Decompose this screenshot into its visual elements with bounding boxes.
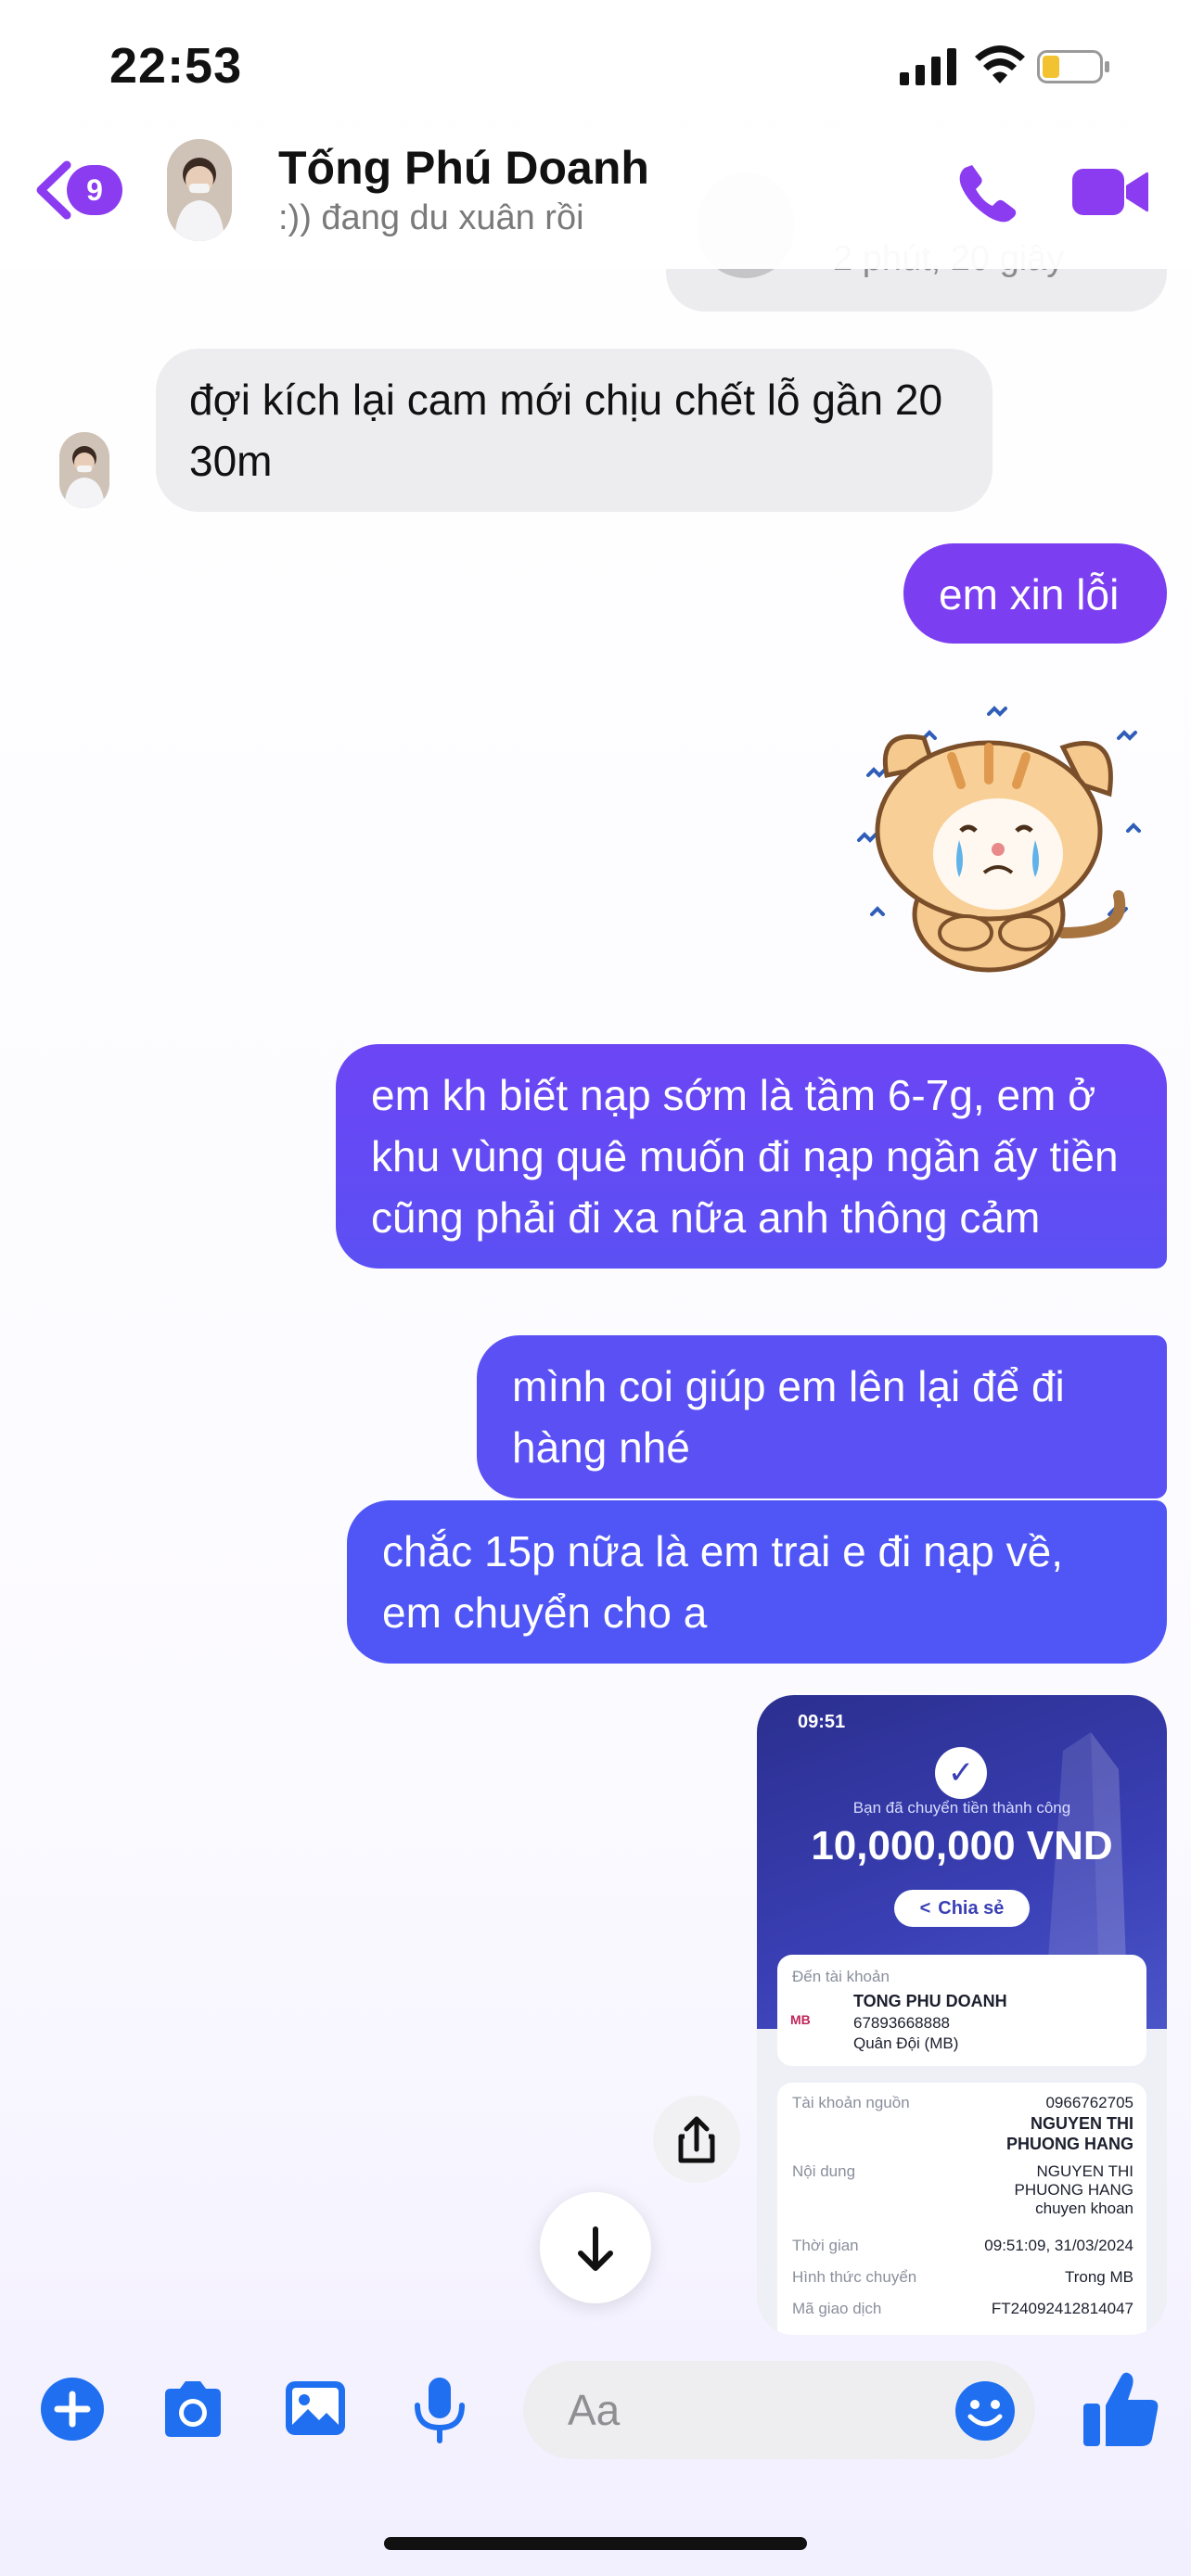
thumbs-up-icon[interactable]	[1082, 2366, 1159, 2450]
outgoing-message[interactable]: chắc 15p nữa là em trai e đi nạp về, em …	[347, 1500, 1167, 1664]
receipt-time-label: Thời gian	[792, 2237, 859, 2254]
outgoing-message[interactable]: em kh biết nạp sớm là tầm 6-7g, em ở khu…	[336, 1044, 1167, 1269]
mb-bank-logo: MB	[790, 2012, 811, 2027]
check-icon: ✓	[935, 1747, 987, 1799]
wifi-icon	[975, 45, 1025, 83]
receipt-to-name: TONG PHU DOANH	[853, 1992, 1007, 2010]
receipt-ref-value: FT24092412814047	[991, 2300, 1133, 2317]
receipt-time-value: 09:51:09, 31/03/2024	[984, 2237, 1133, 2254]
arrow-down-icon	[578, 2226, 613, 2271]
sender-avatar[interactable]	[59, 432, 109, 508]
message-input[interactable]	[566, 2381, 941, 2439]
outgoing-message[interactable]: em xin lỗi	[903, 543, 1167, 644]
receipt-content-1: NGUYEN THI	[1036, 2162, 1133, 2180]
receipt-content-2: PHUONG HANG	[1014, 2181, 1133, 2199]
scroll-to-bottom-button[interactable]	[540, 2192, 651, 2303]
outgoing-message[interactable]: mình coi giúp em lên lại để đi hàng nhé	[477, 1335, 1167, 1498]
share-button[interactable]	[653, 2096, 740, 2183]
share-small-icon: <	[919, 1897, 931, 1919]
receipt-time: 09:51	[798, 1712, 846, 1732]
receipt-source-label: Tài khoản nguồn	[792, 2094, 910, 2111]
emoji-icon[interactable]	[954, 2379, 1017, 2442]
share-icon	[678, 2116, 715, 2163]
receipt-content-3: chuyen khoan	[1035, 2200, 1133, 2217]
home-indicator	[384, 2537, 807, 2550]
receipt-recipient-card: Đến tài khoản MB TONG PHU DOANH 67893668…	[777, 1955, 1146, 2066]
receipt-to-label: Đến tài khoản	[792, 1968, 890, 1985]
camera-icon[interactable]	[158, 2374, 228, 2444]
microphone-icon[interactable]	[404, 2374, 475, 2444]
receipt-method-label: Hình thức chuyển	[792, 2268, 917, 2286]
receipt-source-name-2: PHUONG HANG	[1005, 2135, 1133, 2153]
contact-name[interactable]: Tống Phú Doanh	[278, 141, 649, 195]
phone-icon[interactable]	[955, 159, 1020, 224]
receipt-method-value: Trong MB	[1064, 2268, 1133, 2286]
incoming-message[interactable]: đợi kích lại cam mới chịu chết lỗ gần 20…	[156, 349, 992, 512]
receipt-source-account: 0966762705	[1045, 2094, 1133, 2111]
receipt-content-label: Nội dung	[792, 2162, 856, 2180]
unread-count-badge[interactable]: 9	[67, 165, 122, 215]
transfer-receipt-image[interactable]: 09:51 ✓ Bạn đã chuyển tiền thành công 10…	[757, 1695, 1167, 2335]
receipt-caption: Bạn đã chuyển tiền thành công	[852, 1799, 1071, 1817]
battery-icon	[1037, 50, 1109, 83]
receipt-details-card: Tài khoản nguồn 0966762705 NGUYEN THI PH…	[777, 2083, 1146, 2335]
receipt-source-name-1: NGUYEN THI	[1030, 2114, 1133, 2133]
avatar[interactable]	[167, 139, 232, 241]
status-time: 22:53	[109, 38, 243, 94]
video-camera-icon[interactable]	[1072, 165, 1148, 219]
receipt-to-account: 67893668888	[853, 2014, 951, 2032]
receipt-amount: 10,000,000 VND	[811, 1823, 1113, 1868]
photo-icon[interactable]	[280, 2374, 351, 2444]
receipt-share-button: < Chia sẻ	[894, 1890, 1030, 1927]
crying-cat-sticker[interactable]	[850, 701, 1156, 988]
receipt-share-label: Chia sẻ	[938, 1897, 1005, 1919]
receipt-ref-label: Mã giao dịch	[792, 2300, 882, 2317]
plus-icon[interactable]	[37, 2374, 108, 2444]
cellular-signal-icon	[900, 48, 956, 85]
receipt-to-bank: Quân Đội (MB)	[853, 2034, 959, 2052]
contact-status: :)) đang du xuân rồi	[278, 198, 584, 237]
